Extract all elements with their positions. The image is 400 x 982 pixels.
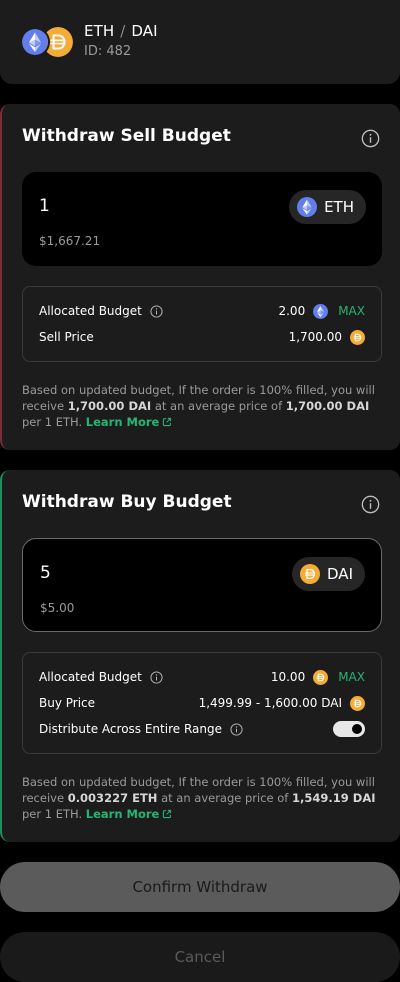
withdraw-sell-panel: Withdraw Sell Budget 1 $1,667.21 ETH All… bbox=[0, 104, 400, 450]
note-average-price: 1,549.19 DAI bbox=[292, 791, 376, 805]
sell-details-box: Allocated Budget 2.00 MAX Sell Price 1,7… bbox=[22, 286, 382, 362]
info-icon[interactable] bbox=[361, 495, 380, 514]
note-text: per 1 ETH. bbox=[22, 415, 83, 429]
sell-amount-input[interactable]: 1 bbox=[39, 196, 50, 216]
sell-allocated-value: 2.00 bbox=[278, 304, 306, 318]
note-receive-amount: 0.003227 ETH bbox=[67, 791, 158, 805]
info-icon[interactable] bbox=[230, 723, 243, 736]
note-average-price: 1,700.00 DAI bbox=[285, 399, 370, 413]
allocated-budget-label: Allocated Budget bbox=[39, 304, 142, 318]
external-link-icon[interactable] bbox=[162, 417, 172, 427]
buy-panel-title: Withdraw Buy Budget bbox=[22, 492, 232, 512]
dai-token-icon bbox=[313, 670, 328, 685]
sell-price-row: Sell Price 1,700.00 bbox=[39, 327, 365, 347]
learn-more-label[interactable]: Learn More bbox=[86, 807, 160, 821]
buy-allocated-row: Allocated Budget 10.00 MAX bbox=[39, 667, 365, 687]
strategy-id: ID: 482 bbox=[84, 44, 132, 59]
pair-separator: / bbox=[120, 22, 126, 40]
dai-token-icon bbox=[350, 330, 365, 345]
dai-token-icon bbox=[350, 696, 365, 711]
buy-summary-note: Based on updated budget, If the order is… bbox=[22, 774, 384, 822]
buy-token-pill: DAI bbox=[292, 557, 365, 591]
sell-price-label: Sell Price bbox=[39, 330, 94, 344]
sell-allocated-row: Allocated Budget 2.00 MAX bbox=[39, 301, 365, 321]
learn-more-link[interactable]: Learn More bbox=[86, 415, 173, 429]
note-text: per 1 ETH. bbox=[22, 807, 83, 821]
base-token-label: ETH bbox=[84, 22, 115, 40]
allocated-budget-label: Allocated Budget bbox=[39, 670, 142, 684]
sell-price-value: 1,700.00 bbox=[288, 330, 342, 344]
pair-name: ETH / DAI bbox=[84, 22, 158, 40]
quote-token-label: DAI bbox=[131, 22, 158, 40]
dai-token-icon bbox=[300, 564, 320, 584]
buy-amount-input-box[interactable]: 5 $5.00 DAI bbox=[22, 538, 382, 632]
sell-token-label: ETH bbox=[324, 198, 354, 216]
buy-price-row: Buy Price 1,499.99 - 1,600.00 DAI bbox=[39, 693, 365, 713]
buy-price-label: Buy Price bbox=[39, 696, 96, 710]
note-receive-amount: 1,700.00 DAI bbox=[67, 399, 152, 413]
pair-header: ETH / DAI ID: 482 bbox=[0, 0, 400, 84]
buy-token-label: DAI bbox=[327, 565, 353, 583]
eth-token-icon bbox=[20, 27, 50, 57]
sell-token-pill: ETH bbox=[289, 190, 366, 224]
confirm-withdraw-button[interactable]: Confirm Withdraw bbox=[0, 862, 400, 912]
info-icon[interactable] bbox=[361, 129, 380, 148]
sell-panel-title: Withdraw Sell Budget bbox=[22, 126, 231, 146]
sell-summary-note: Based on updated budget, If the order is… bbox=[22, 382, 384, 430]
buy-amount-fiat: $5.00 bbox=[40, 601, 75, 615]
learn-more-link[interactable]: Learn More bbox=[86, 807, 173, 821]
sell-amount-fiat: $1,667.21 bbox=[39, 234, 101, 248]
sell-amount-input-box[interactable]: 1 $1,667.21 ETH bbox=[22, 172, 382, 266]
buy-amount-input[interactable]: 5 bbox=[40, 563, 51, 583]
token-pair-logos bbox=[20, 27, 74, 57]
sell-max-button[interactable]: MAX bbox=[338, 304, 365, 318]
buy-allocated-value: 10.00 bbox=[270, 670, 306, 684]
buy-max-button[interactable]: MAX bbox=[338, 670, 365, 684]
withdraw-buy-panel: Withdraw Buy Budget 5 $5.00 DAI Allocate… bbox=[0, 470, 400, 842]
learn-more-label[interactable]: Learn More bbox=[86, 415, 160, 429]
distribute-label: Distribute Across Entire Range bbox=[39, 722, 222, 736]
distribute-row: Distribute Across Entire Range bbox=[39, 719, 365, 739]
buy-details-box: Allocated Budget 10.00 MAX Buy Price 1,4… bbox=[22, 652, 382, 754]
buy-price-value: 1,499.99 - 1,600.00 DAI bbox=[198, 696, 342, 710]
external-link-icon[interactable] bbox=[162, 809, 172, 819]
note-text: at an average price of bbox=[154, 399, 283, 413]
eth-token-icon bbox=[297, 197, 317, 217]
distribute-toggle[interactable] bbox=[333, 721, 365, 737]
info-icon[interactable] bbox=[150, 305, 163, 318]
note-text: at an average price of bbox=[161, 791, 289, 805]
info-icon[interactable] bbox=[150, 671, 163, 684]
cancel-button[interactable]: Cancel bbox=[0, 932, 400, 982]
eth-token-icon bbox=[313, 304, 328, 319]
